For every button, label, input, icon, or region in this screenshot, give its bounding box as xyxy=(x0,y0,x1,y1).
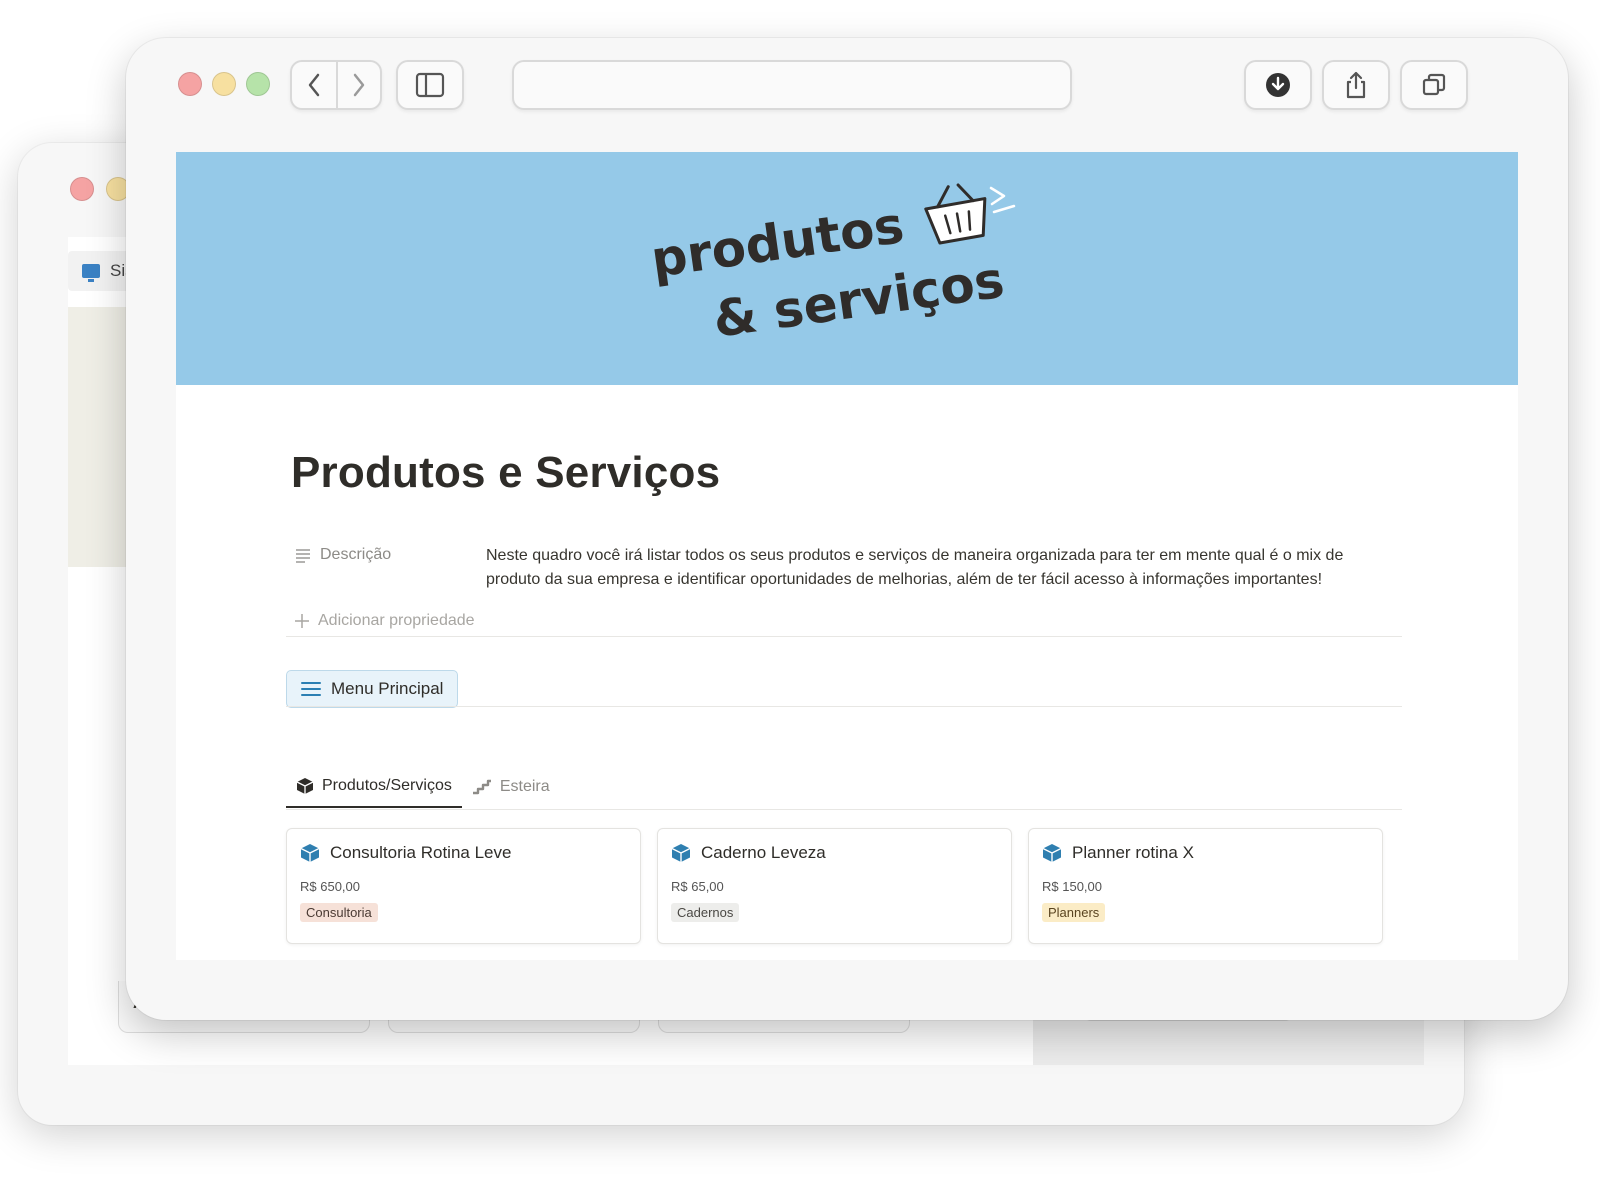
property-value[interactable]: Neste quadro você irá listar todos os se… xyxy=(486,544,1366,592)
database-view-tabs: Produtos/Serviços Esteira xyxy=(286,766,560,808)
address-bar[interactable] xyxy=(512,60,1072,110)
menu-principal-label: Menu Principal xyxy=(331,679,444,698)
back-close-dot[interactable] xyxy=(70,177,94,201)
browser-window: produtos & serviços Produtos e Serviços … xyxy=(126,38,1568,1020)
tab-label: Produtos/Serviços xyxy=(322,777,452,794)
tab-produtos-servicos[interactable]: Produtos/Serviços xyxy=(286,766,462,808)
card-price: R$ 650,00 xyxy=(300,879,360,894)
property-key[interactable]: Descrição xyxy=(294,544,486,592)
card-title-row: Caderno Leveza xyxy=(671,843,998,863)
sidebar-icon xyxy=(415,72,445,98)
package-icon xyxy=(671,844,691,862)
chevron-left-icon xyxy=(308,73,320,97)
download-button[interactable] xyxy=(1244,60,1312,110)
sparkle-mark xyxy=(992,204,1016,214)
tabs-underline xyxy=(286,809,1402,810)
back-button[interactable] xyxy=(292,62,336,108)
card-tag: Consultoria xyxy=(300,903,378,922)
forward-button[interactable] xyxy=(335,62,380,108)
add-property-button[interactable]: Adicionar propriedade xyxy=(294,612,475,630)
gallery-card[interactable]: Caderno Leveza R$ 65,00 Cadernos xyxy=(657,828,1012,944)
page-title: Produtos e Serviços xyxy=(291,448,721,497)
card-title: Consultoria Rotina Leve xyxy=(330,843,512,862)
property-description: Descrição Neste quadro você irá listar t… xyxy=(294,544,1394,592)
text-lines-icon xyxy=(296,549,310,563)
tabs-overview-button[interactable] xyxy=(1400,60,1468,110)
gallery-card[interactable]: Planner rotina X R$ 150,00 Planners xyxy=(1028,828,1383,944)
cover-artwork: produtos & serviços xyxy=(648,183,1016,349)
share-button[interactable] xyxy=(1322,60,1390,110)
minimize-window-button[interactable] xyxy=(212,72,236,96)
menu-principal-button[interactable]: Menu Principal xyxy=(286,670,459,708)
divider xyxy=(286,706,1402,707)
basket-icon xyxy=(924,183,987,245)
package-icon xyxy=(300,844,320,862)
chevron-right-icon xyxy=(353,73,365,97)
card-title: Planner rotina X xyxy=(1072,843,1194,862)
card-tag: Cadernos xyxy=(671,903,740,922)
stairs-icon xyxy=(472,779,491,795)
tab-label: Esteira xyxy=(499,778,550,795)
close-window-button[interactable] xyxy=(178,72,202,96)
monitor-icon xyxy=(82,264,100,282)
gallery-card[interactable]: Consultoria Rotina Leve R$ 650,00 Consul… xyxy=(286,828,641,944)
sparkle-mark xyxy=(989,186,1006,206)
tabs-icon xyxy=(1422,73,1446,96)
navigation-buttons xyxy=(290,60,382,110)
package-icon xyxy=(296,778,314,794)
hamburger-icon xyxy=(301,682,321,696)
add-property-label: Adicionar propriedade xyxy=(318,612,475,629)
page-cover: produtos & serviços xyxy=(176,152,1518,385)
card-price: R$ 150,00 xyxy=(1042,879,1102,894)
download-icon xyxy=(1266,73,1290,97)
share-icon xyxy=(1346,71,1366,99)
card-tag: Planners xyxy=(1042,903,1106,922)
back-window-controls xyxy=(70,177,130,201)
property-name: Descrição xyxy=(320,546,392,563)
card-price: R$ 65,00 xyxy=(671,879,724,894)
card-title-row: Planner rotina X xyxy=(1042,843,1369,863)
gallery-cards: Consultoria Rotina Leve R$ 650,00 Consul… xyxy=(286,828,1383,944)
card-title: Caderno Leveza xyxy=(701,843,826,862)
package-icon xyxy=(1042,844,1062,862)
zoom-window-button[interactable] xyxy=(246,72,270,96)
card-title-row: Consultoria Rotina Leve xyxy=(300,843,627,863)
divider xyxy=(286,636,1402,637)
tab-esteira[interactable]: Esteira xyxy=(462,766,560,808)
plus-icon xyxy=(295,614,309,628)
notion-page: produtos & serviços Produtos e Serviços … xyxy=(176,152,1518,960)
sidebar-toggle-button[interactable] xyxy=(396,60,464,110)
window-controls xyxy=(178,72,270,96)
